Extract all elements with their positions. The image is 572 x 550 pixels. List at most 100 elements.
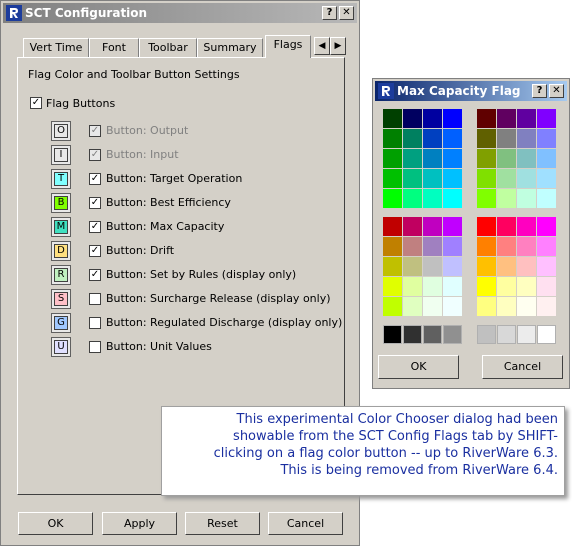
color-swatch[interactable]	[477, 149, 496, 168]
color-swatch[interactable]	[497, 109, 516, 128]
color-swatch[interactable]	[537, 297, 556, 316]
flag-color-button[interactable]: I	[51, 145, 71, 165]
color-swatch[interactable]	[537, 257, 556, 276]
color-swatch[interactable]	[477, 237, 496, 256]
color-swatch[interactable]	[423, 297, 442, 316]
color-swatch[interactable]	[537, 109, 556, 128]
flag-checkbox[interactable]: ✓	[89, 269, 101, 281]
color-swatch[interactable]	[517, 129, 536, 148]
color-swatch[interactable]	[423, 257, 442, 276]
tab-flags[interactable]: Flags	[265, 35, 311, 58]
help-button[interactable]: ?	[322, 6, 337, 20]
color-swatch[interactable]	[403, 237, 422, 256]
color-swatch[interactable]	[383, 109, 402, 128]
color-swatch[interactable]	[477, 217, 496, 236]
color-swatch[interactable]	[443, 217, 462, 236]
flag-color-button[interactable]: B	[51, 193, 71, 213]
color-swatch[interactable]	[383, 169, 402, 188]
color-swatch[interactable]	[517, 149, 536, 168]
flag-checkbox[interactable]	[89, 317, 101, 329]
color-ok-button[interactable]: OK	[378, 355, 459, 379]
color-swatch[interactable]	[383, 277, 402, 296]
color-swatch[interactable]	[537, 237, 556, 256]
flag-color-button[interactable]: U	[51, 337, 71, 357]
color-swatch[interactable]	[443, 277, 462, 296]
color-swatch[interactable]	[403, 189, 422, 208]
color-swatch[interactable]	[537, 217, 556, 236]
flag-color-button[interactable]: S	[51, 289, 71, 309]
color-swatch[interactable]	[497, 189, 516, 208]
color-swatch[interactable]	[383, 189, 402, 208]
color-swatch[interactable]	[497, 297, 516, 316]
color-swatch[interactable]	[383, 129, 402, 148]
color-swatch[interactable]	[477, 169, 496, 188]
color-swatch[interactable]	[443, 129, 462, 148]
color-swatch[interactable]	[383, 257, 402, 276]
tab-vert-time[interactable]: Vert Time	[23, 38, 89, 57]
tab-summary[interactable]: Summary	[197, 38, 263, 57]
color-swatch[interactable]	[383, 149, 402, 168]
color-swatch[interactable]	[403, 109, 422, 128]
close-button[interactable]: ✕	[339, 6, 354, 20]
tab-font[interactable]: Font	[89, 38, 139, 57]
color-swatch[interactable]	[423, 189, 442, 208]
color-swatch[interactable]	[497, 257, 516, 276]
color-swatch[interactable]	[537, 149, 556, 168]
color-swatch[interactable]	[537, 277, 556, 296]
color-swatch[interactable]	[477, 257, 496, 276]
color-swatch[interactable]	[443, 297, 462, 316]
color-swatch[interactable]	[383, 237, 402, 256]
apply-button[interactable]: Apply	[102, 512, 177, 535]
gray-swatch[interactable]	[423, 325, 442, 344]
color-swatch[interactable]	[497, 129, 516, 148]
color-swatch[interactable]	[517, 277, 536, 296]
gray-swatch[interactable]	[517, 325, 536, 344]
color-swatch[interactable]	[497, 237, 516, 256]
flag-buttons-checkbox[interactable]: ✓	[30, 97, 42, 109]
help-button[interactable]: ?	[532, 84, 547, 98]
color-swatch[interactable]	[443, 189, 462, 208]
flag-checkbox[interactable]: ✓	[89, 197, 101, 209]
color-swatch[interactable]	[497, 169, 516, 188]
color-swatch[interactable]	[423, 237, 442, 256]
color-swatch[interactable]	[497, 149, 516, 168]
flag-color-button[interactable]: M	[51, 217, 71, 237]
close-button[interactable]: ✕	[549, 84, 564, 98]
color-swatch[interactable]	[383, 297, 402, 316]
color-swatch[interactable]	[403, 129, 422, 148]
tab-scroll-right-button[interactable]: ▶	[330, 37, 346, 55]
color-swatch[interactable]	[403, 217, 422, 236]
sct-title-bar[interactable]: SCT Configuration ? ✕	[3, 3, 357, 23]
color-swatch[interactable]	[477, 277, 496, 296]
color-swatch[interactable]	[477, 129, 496, 148]
color-swatch[interactable]	[477, 109, 496, 128]
color-dialog-title-bar[interactable]: Max Capacity Flag ? ✕	[375, 81, 567, 101]
color-swatch[interactable]	[517, 217, 536, 236]
tab-toolbar[interactable]: Toolbar	[139, 38, 197, 57]
color-swatch[interactable]	[537, 169, 556, 188]
gray-swatch[interactable]	[443, 325, 462, 344]
color-swatch[interactable]	[443, 257, 462, 276]
color-swatch[interactable]	[443, 237, 462, 256]
reset-button[interactable]: Reset	[185, 512, 260, 535]
color-swatch[interactable]	[383, 217, 402, 236]
flag-checkbox[interactable]	[89, 293, 101, 305]
color-swatch[interactable]	[443, 169, 462, 188]
color-swatch[interactable]	[423, 129, 442, 148]
flag-checkbox[interactable]: ✓	[89, 173, 101, 185]
color-swatch[interactable]	[517, 109, 536, 128]
ok-button[interactable]: OK	[18, 512, 93, 535]
color-swatch[interactable]	[517, 297, 536, 316]
flag-color-button[interactable]: R	[51, 265, 71, 285]
color-swatch[interactable]	[423, 149, 442, 168]
color-swatch[interactable]	[517, 257, 536, 276]
color-cancel-button[interactable]: Cancel	[482, 355, 563, 379]
color-swatch[interactable]	[537, 189, 556, 208]
color-swatch[interactable]	[517, 169, 536, 188]
color-swatch[interactable]	[423, 169, 442, 188]
color-swatch[interactable]	[403, 277, 422, 296]
color-swatch[interactable]	[443, 149, 462, 168]
gray-swatch[interactable]	[403, 325, 422, 344]
gray-swatch[interactable]	[383, 325, 402, 344]
flag-checkbox[interactable]	[89, 341, 101, 353]
